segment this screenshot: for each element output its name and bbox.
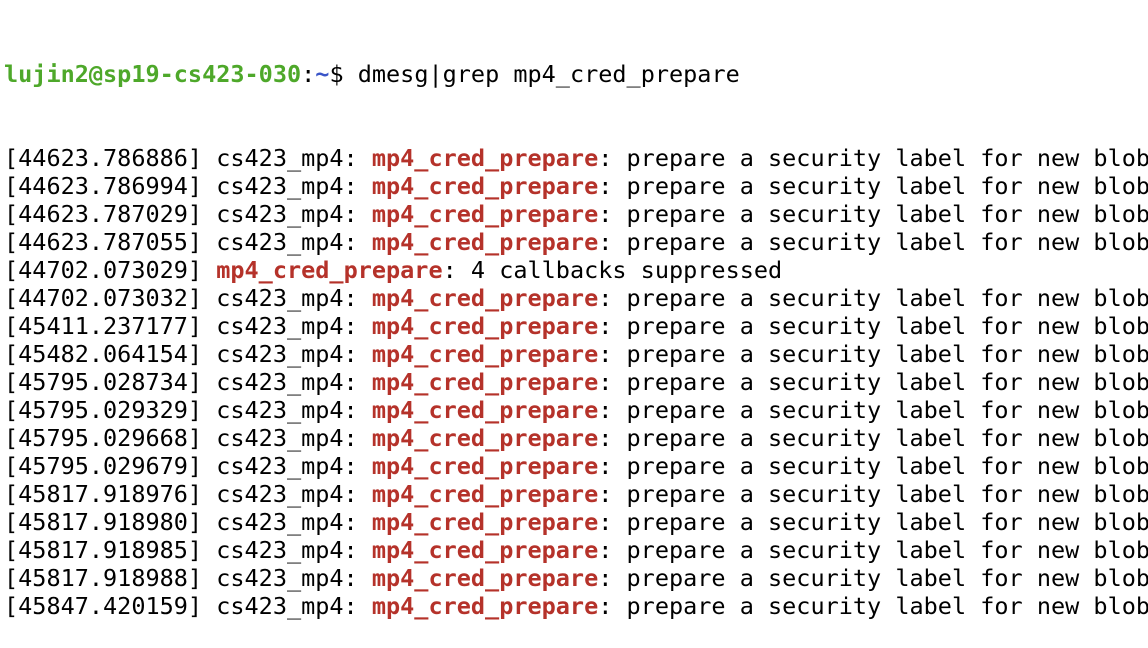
log-line: [44623.787029] cs423_mp4: mp4_cred_prepa… [4,200,1148,228]
grep-match: mp4_cred_prepare [371,564,599,592]
log-module: cs423_mp4: [202,340,372,368]
log-timestamp: [44702.073032] [4,284,203,312]
log-message: : prepare a security label for new blob [598,312,1148,340]
log-timestamp: [45817.918988] [4,564,203,592]
grep-match: mp4_cred_prepare [371,424,599,452]
log-line: [45795.029668] cs423_mp4: mp4_cred_prepa… [4,424,1148,452]
log-message: : prepare a security label for new blob [598,284,1148,312]
prompt-line: lujin2@sp19-cs423-030:~$ dmesg|grep mp4_… [4,60,1148,88]
log-timestamp: [45411.237177] [4,312,203,340]
prompt-user-host: lujin2@sp19-cs423-030 [4,60,302,88]
grep-match: mp4_cred_prepare [371,284,599,312]
log-line: [45817.918976] cs423_mp4: mp4_cred_prepa… [4,480,1148,508]
log-message: : prepare a security label for new blob [598,480,1148,508]
log-message: : prepare a security label for new blob [598,144,1148,172]
log-line: [44623.786886] cs423_mp4: mp4_cred_prepa… [4,144,1148,172]
log-timestamp: [45847.420159] [4,592,203,620]
command-output: [44623.786886] cs423_mp4: mp4_cred_prepa… [4,144,1148,620]
grep-match: mp4_cred_prepare [371,592,599,620]
log-line: [45795.029329] cs423_mp4: mp4_cred_prepa… [4,396,1148,424]
log-message: : 4 callbacks suppressed [442,256,783,284]
grep-match: mp4_cred_prepare [371,200,599,228]
log-module: cs423_mp4: [202,144,372,172]
log-module: cs423_mp4: [202,368,372,396]
log-line: [45795.028734] cs423_mp4: mp4_cred_prepa… [4,368,1148,396]
log-timestamp: [44623.787029] [4,200,203,228]
prompt-path: ~ [315,60,330,88]
log-message: : prepare a security label for new blob [598,396,1148,424]
grep-match: mp4_cred_prepare [371,368,599,396]
log-line: [45847.420159] cs423_mp4: mp4_cred_prepa… [4,592,1148,620]
log-timestamp: [45795.029329] [4,396,203,424]
log-message: : prepare a security label for new blob [598,172,1148,200]
log-line: [45817.918985] cs423_mp4: mp4_cred_prepa… [4,536,1148,564]
log-timestamp: [44623.786994] [4,172,203,200]
log-line: [44702.073029] mp4_cred_prepare: 4 callb… [4,256,1148,284]
grep-match: mp4_cred_prepare [371,396,599,424]
grep-match: mp4_cred_prepare [371,508,599,536]
log-timestamp: [44623.787055] [4,228,203,256]
grep-match: mp4_cred_prepare [371,536,599,564]
log-timestamp: [45817.918976] [4,480,203,508]
grep-match: mp4_cred_prepare [371,172,599,200]
log-message: : prepare a security label for new blob [598,340,1148,368]
log-timestamp: [45817.918980] [4,508,203,536]
log-message: : prepare a security label for new blob [598,536,1148,564]
log-timestamp: [45482.064154] [4,340,203,368]
log-line: [45817.918980] cs423_mp4: mp4_cred_prepa… [4,508,1148,536]
log-message: : prepare a security label for new blob [598,424,1148,452]
log-message: : prepare a security label for new blob [598,228,1148,256]
log-module: cs423_mp4: [202,480,372,508]
log-module: cs423_mp4: [202,592,372,620]
log-module: cs423_mp4: [202,536,372,564]
grep-match: mp4_cred_prepare [371,144,599,172]
terminal-window[interactable]: lujin2@sp19-cs423-030:~$ dmesg|grep mp4_… [4,4,1148,648]
log-line: [44623.787055] cs423_mp4: mp4_cred_prepa… [4,228,1148,256]
grep-match: mp4_cred_prepare [371,228,599,256]
grep-match: mp4_cred_prepare [371,312,599,340]
grep-match: mp4_cred_prepare [371,452,599,480]
log-message: : prepare a security label for new blob [598,508,1148,536]
log-module: cs423_mp4: [202,452,372,480]
log-module: cs423_mp4: [202,508,372,536]
log-module: cs423_mp4: [202,396,372,424]
log-line: [45817.918988] cs423_mp4: mp4_cred_prepa… [4,564,1148,592]
log-line: [44702.073032] cs423_mp4: mp4_cred_prepa… [4,284,1148,312]
grep-match: mp4_cred_prepare [216,256,443,284]
log-timestamp: [44623.786886] [4,144,203,172]
grep-match: mp4_cred_prepare [371,340,599,368]
log-message: : prepare a security label for new blob [598,452,1148,480]
log-module: cs423_mp4: [202,564,372,592]
log-module: cs423_mp4: [202,424,372,452]
log-timestamp: [45817.918985] [4,536,203,564]
log-message: : prepare a security label for new blob [598,564,1148,592]
grep-match: mp4_cred_prepare [371,480,599,508]
log-line: [45411.237177] cs423_mp4: mp4_cred_prepa… [4,312,1148,340]
log-module: cs423_mp4: [202,284,372,312]
log-module: cs423_mp4: [202,172,372,200]
prompt-symbol: $ [329,60,358,88]
log-timestamp: [45795.029679] [4,452,203,480]
log-module: cs423_mp4: [202,228,372,256]
log-timestamp: [45795.028734] [4,368,203,396]
prompt-separator: : [301,60,316,88]
log-line: [45482.064154] cs423_mp4: mp4_cred_prepa… [4,340,1148,368]
log-line: [44623.786994] cs423_mp4: mp4_cred_prepa… [4,172,1148,200]
log-message: : prepare a security label for new blob [598,592,1148,620]
log-timestamp: [45795.029668] [4,424,203,452]
log-timestamp: [44702.073029] [4,256,203,284]
command-text: dmesg|grep mp4_cred_prepare [357,60,740,88]
log-module: cs423_mp4: [202,200,372,228]
log-line: [45795.029679] cs423_mp4: mp4_cred_prepa… [4,452,1148,480]
log-message: : prepare a security label for new blob [598,200,1148,228]
log-module [202,256,216,284]
log-message: : prepare a security label for new blob [598,368,1148,396]
log-module: cs423_mp4: [202,312,372,340]
